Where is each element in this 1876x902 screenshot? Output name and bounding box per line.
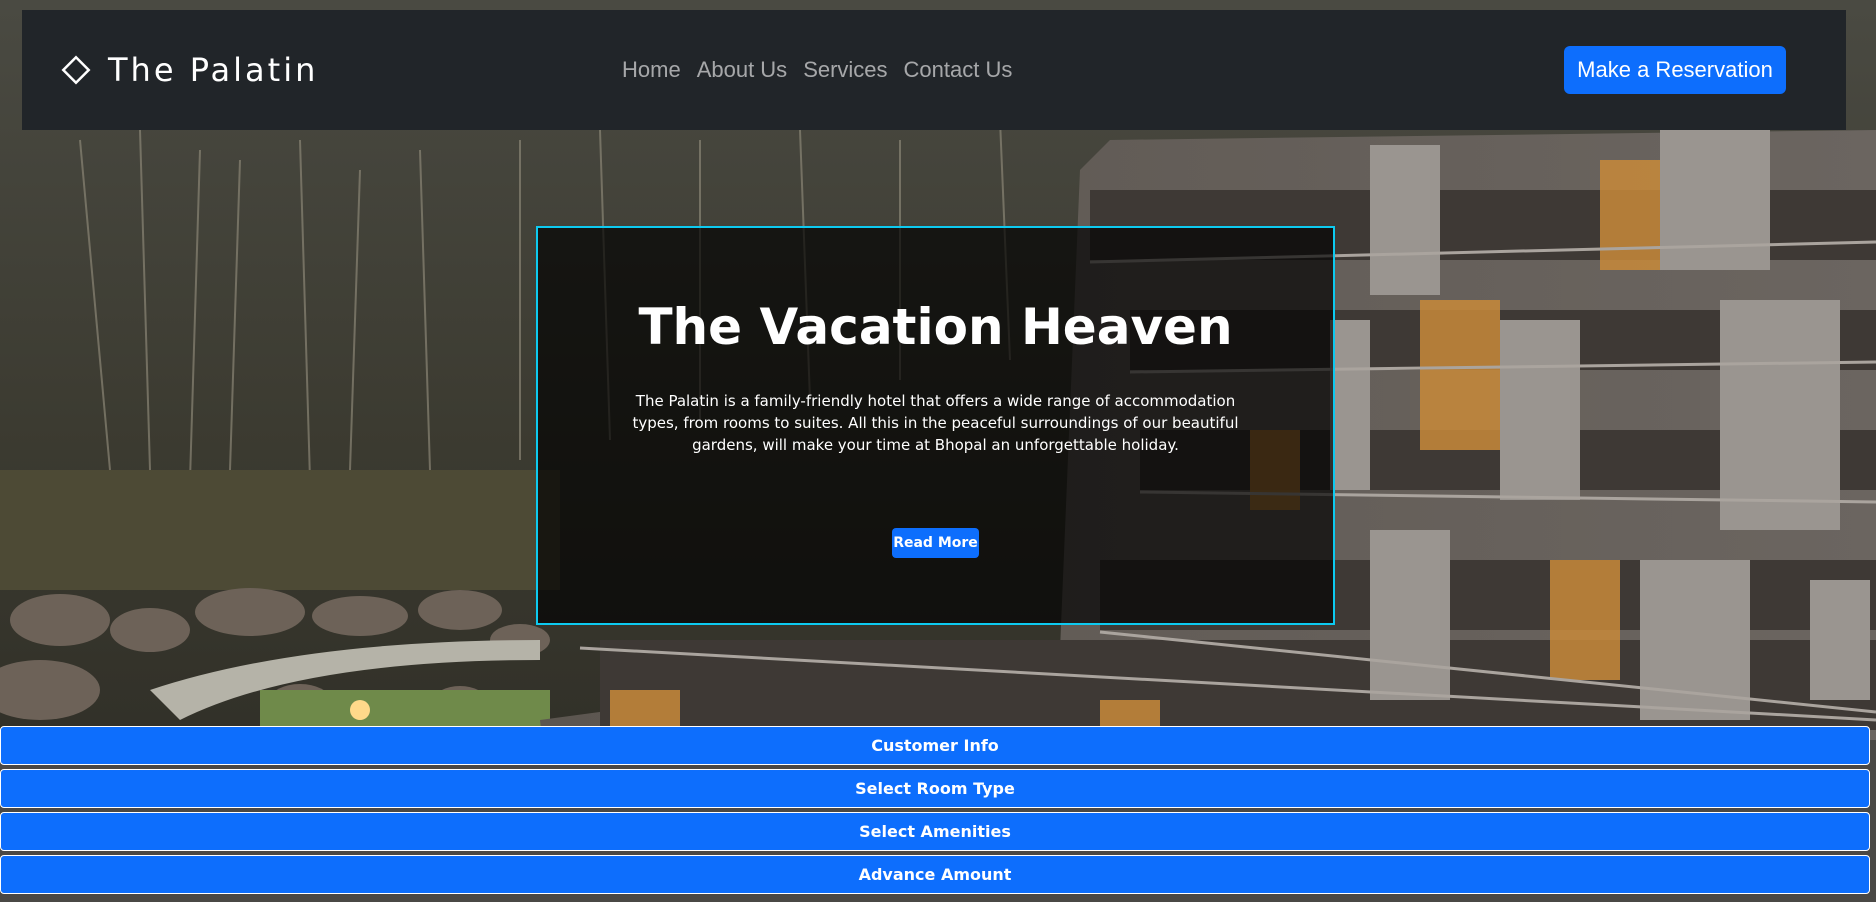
hero-description: The Palatin is a family-friendly hotel t… (632, 392, 1239, 454)
hero-title: The Vacation Heaven (638, 298, 1233, 356)
diamond-icon (61, 55, 91, 85)
nav-link-services[interactable]: Services (803, 57, 887, 83)
brand[interactable]: The Palatin (58, 10, 318, 130)
nav-link-contact-us[interactable]: Contact Us (904, 57, 1013, 83)
make-reservation-button[interactable]: Make a Reservation (1564, 46, 1786, 94)
hero-card: The Vacation Heaven The Palatin is a fam… (536, 226, 1335, 625)
read-more-button[interactable]: Read More (892, 528, 979, 558)
navbar: The Palatin Home About Us Services Conta… (22, 10, 1846, 130)
accordion-select-amenities[interactable]: Select Amenities (0, 812, 1870, 851)
nav-link-home[interactable]: Home (622, 57, 681, 83)
accordion-customer-info[interactable]: Customer Info (0, 726, 1870, 765)
accordion-advance-amount[interactable]: Advance Amount (0, 855, 1870, 894)
nav-links: Home About Us Services Contact Us (622, 10, 1012, 130)
nav-link-about-us[interactable]: About Us (697, 57, 788, 83)
accordion-select-room-type[interactable]: Select Room Type (0, 769, 1870, 808)
brand-name: The Palatin (108, 51, 319, 89)
